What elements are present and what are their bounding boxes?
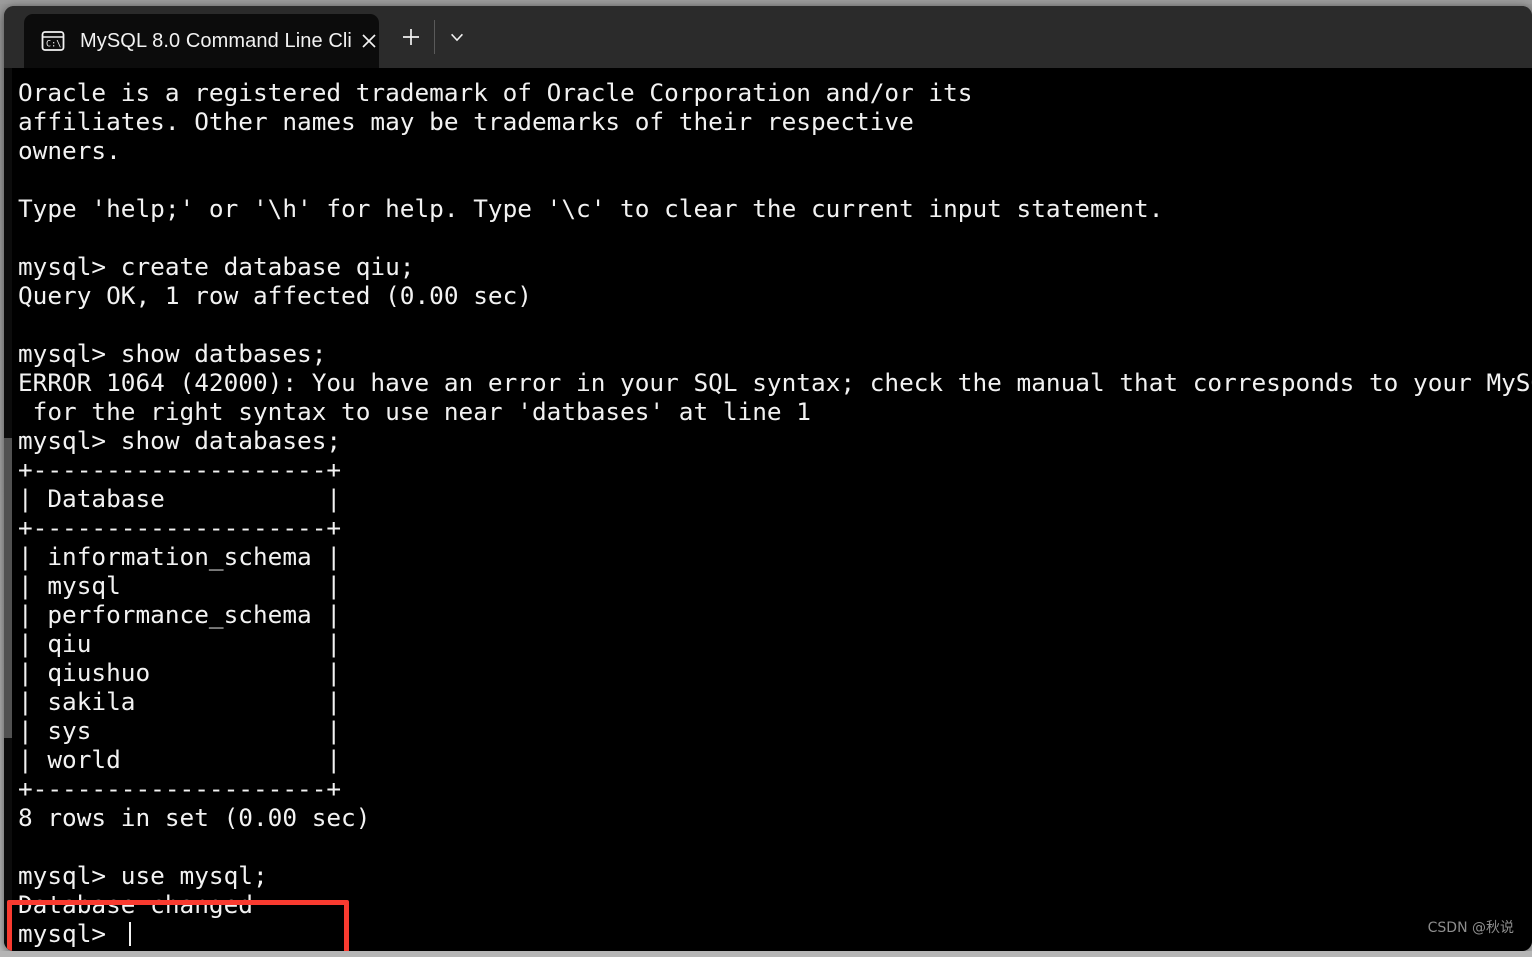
- close-icon[interactable]: [352, 24, 386, 58]
- terminal-line: | qiushuo |: [18, 658, 342, 687]
- svg-text:C:\: C:\: [46, 40, 61, 50]
- terminal-text: Oracle is a registered trademark of Orac…: [18, 78, 1532, 948]
- tab-title: MySQL 8.0 Command Line Cli: [80, 29, 352, 52]
- terminal-line: | sakila |: [18, 687, 342, 716]
- terminal-line: +--------------------+: [18, 455, 342, 484]
- terminal-window: C:\ MySQL 8.0 Command Line Cli Oracle is…: [4, 6, 1532, 951]
- terminal-line: ERROR 1064 (42000): You have an error in…: [18, 368, 1532, 397]
- terminal-line: mysql> show datbases;: [18, 339, 327, 368]
- terminal-line: +--------------------+: [18, 774, 342, 803]
- terminal-line: Oracle is a registered trademark of Orac…: [18, 78, 973, 107]
- terminal-line: Type 'help;' or '\h' for help. Type '\c'…: [18, 194, 1164, 223]
- terminal-line: mysql> show databases;: [18, 426, 342, 455]
- terminal-line: +--------------------+: [18, 513, 342, 542]
- desktop-bottom-strip: [0, 951, 1532, 957]
- plus-icon[interactable]: [394, 20, 428, 54]
- terminal-line: 8 rows in set (0.00 sec): [18, 803, 371, 832]
- terminal-scrollbar[interactable]: [4, 68, 12, 951]
- console-cmd-icon: C:\: [40, 28, 66, 54]
- terminal-line: mysql>: [18, 919, 1532, 948]
- terminal-line: | mysql |: [18, 571, 342, 600]
- title-bar: C:\ MySQL 8.0 Command Line Cli: [4, 6, 1532, 68]
- tab-mysql-command-line[interactable]: C:\ MySQL 8.0 Command Line Cli: [24, 14, 379, 68]
- terminal-line: | Database |: [18, 484, 342, 513]
- terminal-line: | performance_schema |: [18, 600, 342, 629]
- terminal-line: owners.: [18, 136, 121, 165]
- terminal-line: for the right syntax to use near 'datbas…: [18, 397, 811, 426]
- terminal-line: | sys |: [18, 716, 342, 745]
- terminal-line: Query OK, 1 row affected (0.00 sec): [18, 281, 532, 310]
- terminal-scrollbar-thumb[interactable]: [4, 438, 12, 738]
- desktop-top-strip: [0, 0, 1532, 4]
- terminal-line: | information_schema |: [18, 542, 342, 571]
- terminal-line: Database changed: [18, 890, 253, 919]
- terminal-line: mysql> create database qiu;: [18, 252, 415, 281]
- terminal-line: | qiu |: [18, 629, 342, 658]
- terminal-line: mysql> use mysql;: [18, 861, 268, 890]
- terminal-cursor: [128, 922, 131, 946]
- terminal-output-area[interactable]: Oracle is a registered trademark of Orac…: [4, 68, 1532, 951]
- watermark-text: CSDN @秋说: [1427, 920, 1514, 936]
- terminal-line: affiliates. Other names may be trademark…: [18, 107, 914, 136]
- chevron-down-icon[interactable]: [441, 20, 473, 54]
- terminal-line: | world |: [18, 745, 342, 774]
- tabbar-divider: [434, 20, 435, 54]
